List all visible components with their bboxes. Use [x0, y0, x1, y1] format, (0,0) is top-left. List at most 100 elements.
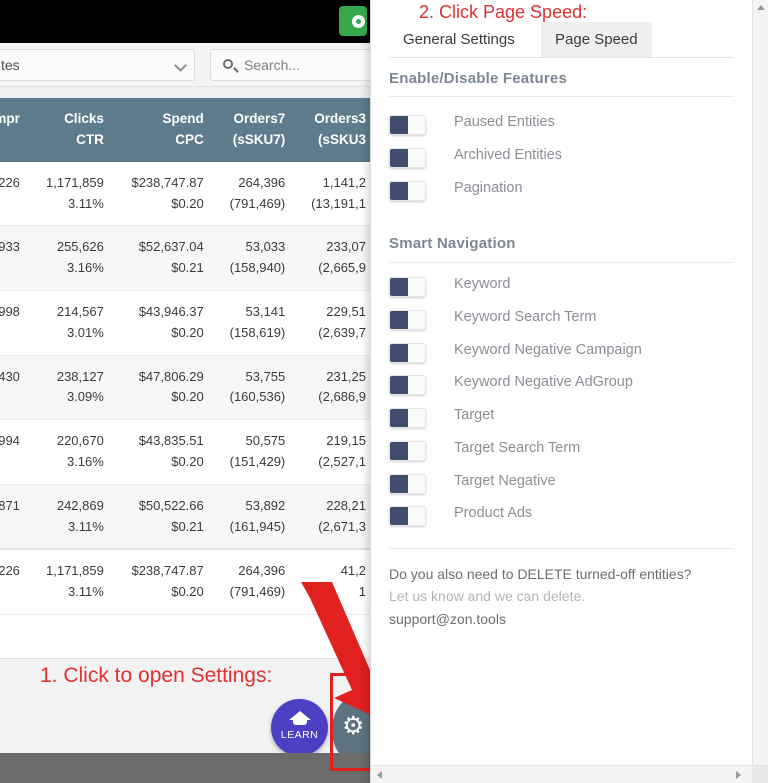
cell-clicks: 238,127 3.09%	[28, 355, 113, 421]
cell-sub	[0, 387, 20, 408]
toggle-label-target: Target	[454, 407, 495, 423]
cell-sub: (160,536)	[229, 389, 286, 405]
toggle-archived-entities[interactable]	[389, 148, 426, 168]
cell-spend: $50,522.66 $0.21	[112, 484, 213, 550]
col-spend-sub: CPC	[175, 131, 204, 147]
toggle-target-search-term[interactable]	[389, 441, 426, 461]
table-row[interactable]: 7,694,430 238,127 3.09% $47,806.29 $0.20 53,…	[0, 355, 375, 421]
cell-sub: (2,527,1	[318, 454, 366, 470]
toggle-label-product-ads: Product Ads	[454, 505, 533, 521]
table-body: 7,697,226 1,171,859 3.11% $238,747.87 $0.20…	[0, 161, 375, 616]
cell-main: 233,07	[326, 239, 366, 255]
table-header-row: Impr Clicks CTR Spend CPC Orders7 (sSKU7…	[0, 98, 375, 162]
cell-orders3: 228,21 (2,671,3	[294, 484, 375, 550]
cell-main: 219,15	[326, 433, 366, 449]
cell-orders3: 219,15 (2,527,1	[294, 419, 375, 485]
metrics-table: Impr Clicks CTR Spend CPC Orders7 (sSKU7…	[0, 98, 375, 616]
section-divider-3	[389, 548, 734, 549]
cell-main: 1,141,2	[322, 174, 366, 190]
table-row[interactable]: 7,817,871 242,869 3.11% $50,522.66 $0.21 53,…	[0, 484, 375, 550]
filter-select-value: tes	[1, 57, 20, 73]
cell-clicks: 255,626 3.16%	[28, 225, 113, 292]
cell-main: 255,626	[56, 239, 104, 255]
filter-select[interactable]: tes	[0, 49, 195, 81]
tab-page-speed[interactable]: Page Speed	[541, 22, 652, 57]
cell-main: 7,694,430	[0, 368, 20, 384]
cell-spend: $52,637.04 $0.21	[112, 225, 213, 292]
search-input[interactable]: Search...	[210, 49, 375, 81]
tab-general-settings[interactable]: General Settings	[389, 22, 529, 57]
cell-sub: $0.20	[171, 195, 204, 211]
toggle-knob	[390, 507, 408, 525]
toggle-keyword-negative-campaign[interactable]	[389, 343, 426, 363]
toggle-target-negative[interactable]	[389, 474, 426, 494]
cell-main: 7,697,226	[0, 563, 20, 579]
toggle-knob	[390, 116, 408, 134]
cell-main: 214,567	[56, 304, 104, 320]
scroll-right-arrow-icon[interactable]	[736, 771, 741, 779]
cell-sub: (2,639,7	[318, 324, 366, 340]
scrollbar-corner	[752, 766, 768, 783]
cell-sub: 3.11%	[67, 584, 104, 600]
col-orders3-sub: (sSKU3	[317, 131, 366, 147]
toggle-paused-entities[interactable]	[389, 115, 426, 135]
support-email-link[interactable]: support@zon.tools	[389, 611, 506, 627]
scroll-up-arrow-icon[interactable]	[757, 5, 765, 10]
table-header: Impr Clicks CTR Spend CPC Orders7 (sSKU7…	[0, 98, 375, 162]
cell-sub: 3.01%	[66, 324, 104, 340]
learn-button-label: LEARN	[280, 729, 319, 741]
cell-sub	[0, 452, 20, 473]
toggle-pagination[interactable]	[389, 181, 426, 201]
cell-sub: $0.21	[171, 260, 204, 276]
cell-orders7: 264,396 (791,469)	[212, 161, 295, 227]
table-row[interactable]: 7,118,998 214,567 3.01% $43,946.37 $0.20 53,…	[0, 290, 375, 356]
toggle-label-keyword: Keyword	[454, 276, 511, 292]
cell-main: $238,747.87	[131, 563, 204, 579]
cell-spend: $43,835.51 $0.20	[112, 419, 213, 485]
cell-main: $50,522.66	[138, 497, 204, 513]
section-divider-2	[389, 262, 734, 263]
toggle-keyword-search-term[interactable]	[389, 310, 426, 330]
col-spend-main: Spend	[162, 111, 204, 126]
panel-vertical-scrollbar[interactable]	[752, 0, 768, 765]
footnote-delete-question: Do you also need to DELETE turned-off en…	[389, 566, 692, 582]
toggle-keyword[interactable]	[389, 277, 426, 297]
toggle-knob	[390, 278, 408, 296]
column-header-orders3[interactable]: Orders3 (sSKU3	[294, 98, 375, 162]
cell-sub: (161,945)	[229, 518, 286, 534]
cell-main: 264,396	[238, 174, 286, 190]
cell-impr: 7,817,871	[0, 484, 29, 550]
toggle-label-target-search-term: Target Search Term	[454, 440, 581, 456]
toggle-label-target-negative: Target Negative	[454, 473, 556, 489]
cell-orders7: 264,396 (791,469)	[212, 548, 295, 616]
cell-orders7: 50,575 (151,429)	[212, 419, 295, 485]
cell-clicks: 220,670 3.16%	[28, 419, 113, 485]
column-header-spend[interactable]: Spend CPC	[112, 98, 213, 162]
toggle-target[interactable]	[389, 408, 426, 428]
column-header-impr[interactable]: Impr	[0, 98, 29, 162]
cell-sub	[0, 517, 20, 538]
green-app-icon[interactable]	[339, 6, 367, 36]
table-row[interactable]: 6,982,994 220,670 3.16% $43,835.51 $0.20 50,…	[0, 419, 375, 485]
cell-main: 220,670	[56, 433, 104, 449]
cell-main: 53,755	[245, 368, 286, 384]
cell-main: 7,118,998	[0, 304, 20, 320]
column-header-clicks[interactable]: Clicks CTR	[28, 98, 113, 162]
scroll-left-arrow-icon[interactable]	[377, 771, 382, 779]
toggle-knob	[390, 475, 408, 493]
cell-main: 231,25	[326, 368, 366, 384]
cell-impr: 8,082,933	[0, 225, 29, 292]
toggle-label-keyword-search-term: Keyword Search Term	[454, 309, 597, 325]
column-header-orders7[interactable]: Orders7 (sSKU7)	[212, 98, 295, 162]
toggle-label-pagination: Pagination	[454, 180, 523, 196]
annotation-step2: 2. Click Page Speed:	[419, 2, 588, 22]
toggle-product-ads[interactable]	[389, 506, 426, 526]
panel-horizontal-scrollbar[interactable]	[371, 765, 768, 783]
cell-clicks: 242,869 3.11%	[28, 484, 113, 550]
toggle-keyword-negative-adgroup[interactable]	[389, 375, 426, 395]
chevron-down-icon	[174, 59, 187, 72]
table-row[interactable]: 8,082,933 255,626 3.16% $52,637.04 $0.21 53,…	[0, 225, 375, 292]
cell-sub: (13,191,1	[311, 195, 366, 211]
cell-main: 41,2	[340, 563, 366, 579]
table-row[interactable]: 7,697,226 1,171,859 3.11% $238,747.87 $0.20…	[0, 161, 375, 227]
